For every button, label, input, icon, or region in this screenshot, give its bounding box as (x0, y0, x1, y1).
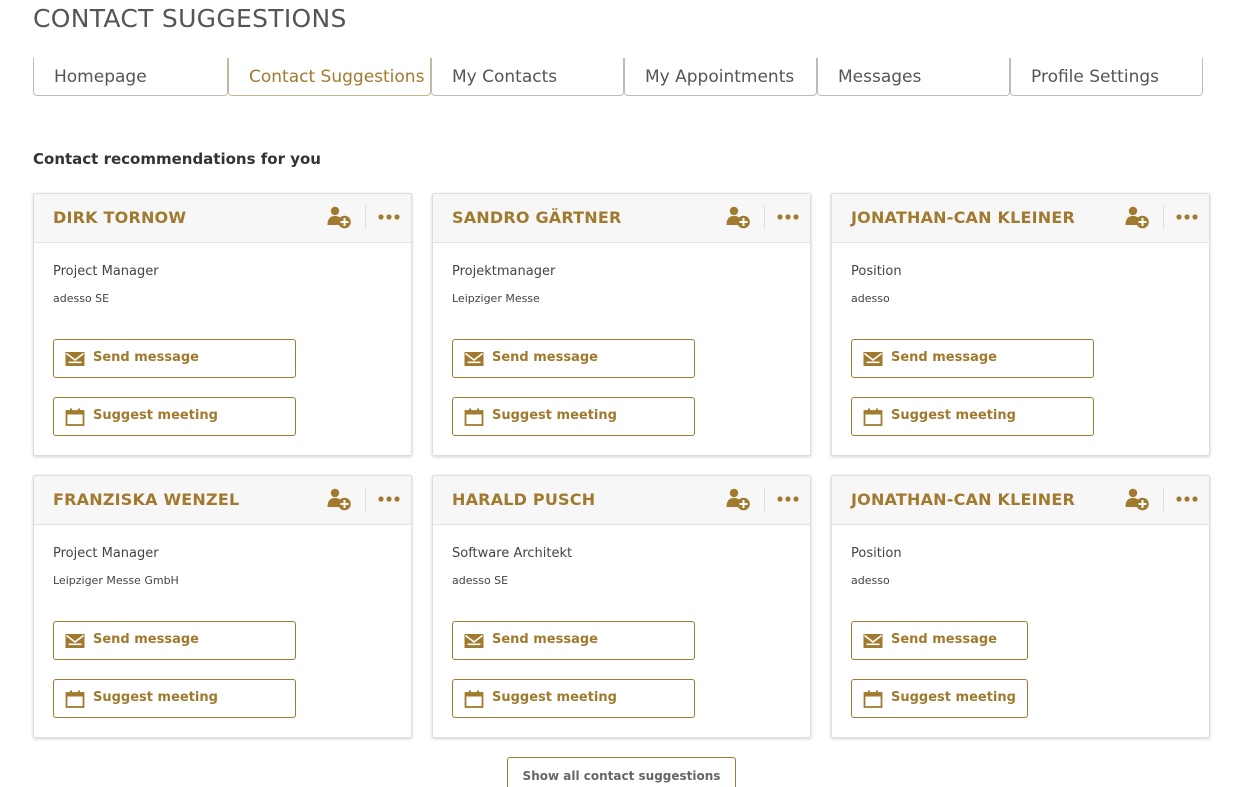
contact-card: JONATHAN-CAN KLEINER Position adesso Sen… (831, 475, 1210, 738)
tab-messages[interactable]: Messages (817, 58, 1010, 96)
send-message-label: Send message (492, 632, 598, 647)
header-divider (365, 487, 366, 511)
card-header: JONATHAN-CAN KLEINER (832, 194, 1209, 243)
suggest-meeting-label: Suggest meeting (93, 408, 218, 423)
contact-name: JONATHAN-CAN KLEINER (851, 208, 1076, 227)
calendar-icon (65, 690, 85, 708)
send-message-button[interactable]: Send message (851, 621, 1028, 660)
contact-name: DIRK TORNOW (53, 208, 187, 227)
tab-homepage[interactable]: Homepage (33, 58, 228, 96)
main-tabs: Homepage Contact Suggestions My Contacts… (33, 58, 1203, 96)
suggest-meeting-button[interactable]: Suggest meeting (851, 679, 1028, 718)
header-divider (764, 205, 765, 229)
suggest-meeting-label: Suggest meeting (492, 408, 617, 423)
more-options-icon[interactable] (374, 486, 404, 512)
add-contact-icon[interactable] (326, 205, 354, 231)
suggest-meeting-button[interactable]: Suggest meeting (452, 397, 695, 436)
card-header: FRANZISKA WENZEL (34, 476, 411, 525)
send-message-button[interactable]: Send message (53, 621, 296, 660)
suggest-meeting-button[interactable]: Suggest meeting (851, 397, 1094, 436)
send-message-button[interactable]: Send message (851, 339, 1094, 378)
calendar-icon (464, 408, 484, 426)
suggest-meeting-button[interactable]: Suggest meeting (452, 679, 695, 718)
contact-name: FRANZISKA WENZEL (53, 490, 240, 509)
more-options-icon[interactable] (773, 204, 803, 230)
tab-profile-settings[interactable]: Profile Settings (1010, 58, 1203, 96)
send-message-label: Send message (93, 350, 199, 365)
card-header: HARALD PUSCH (433, 476, 810, 525)
envelope-icon (65, 632, 85, 650)
tab-my-appointments[interactable]: My Appointments (624, 58, 817, 96)
show-all-suggestions-button[interactable]: Show all contact suggestions (507, 757, 736, 787)
contact-position: Project Manager (53, 546, 159, 561)
contact-card: SANDRO GÄRTNER Projektmanager Leipziger … (432, 193, 811, 456)
suggest-meeting-label: Suggest meeting (93, 690, 218, 705)
suggest-meeting-label: Suggest meeting (492, 690, 617, 705)
send-message-button[interactable]: Send message (452, 339, 695, 378)
suggest-meeting-label: Suggest meeting (891, 408, 1016, 423)
more-options-icon[interactable] (1172, 204, 1202, 230)
envelope-icon (65, 350, 85, 368)
contact-company: adesso (851, 292, 890, 305)
send-message-button[interactable]: Send message (452, 621, 695, 660)
contact-card: JONATHAN-CAN KLEINER Position adesso Sen… (831, 193, 1210, 456)
header-divider (365, 205, 366, 229)
contact-position: Position (851, 546, 902, 561)
calendar-icon (863, 690, 883, 708)
tab-my-contacts[interactable]: My Contacts (431, 58, 624, 96)
card-header: DIRK TORNOW (34, 194, 411, 243)
contact-position: Project Manager (53, 264, 159, 279)
header-divider (1163, 205, 1164, 229)
send-message-label: Send message (891, 632, 997, 647)
calendar-icon (863, 408, 883, 426)
contact-company: adesso (851, 574, 890, 587)
suggest-meeting-button[interactable]: Suggest meeting (53, 397, 296, 436)
suggest-meeting-label: Suggest meeting (891, 690, 1016, 705)
add-contact-icon[interactable] (725, 487, 753, 513)
add-contact-icon[interactable] (326, 487, 354, 513)
envelope-icon (863, 632, 883, 650)
contact-name: HARALD PUSCH (452, 490, 596, 509)
add-contact-icon[interactable] (725, 205, 753, 231)
contact-name: JONATHAN-CAN KLEINER (851, 490, 1076, 509)
envelope-icon (464, 632, 484, 650)
header-divider (764, 487, 765, 511)
contact-company: adesso SE (53, 292, 110, 305)
card-header: JONATHAN-CAN KLEINER (832, 476, 1209, 525)
contact-company: Leipziger Messe GmbH (53, 574, 179, 587)
add-contact-icon[interactable] (1124, 487, 1152, 513)
section-title: Contact recommendations for you (33, 150, 321, 168)
add-contact-icon[interactable] (1124, 205, 1152, 231)
tab-contact-suggestions[interactable]: Contact Suggestions (228, 58, 431, 96)
send-message-label: Send message (492, 350, 598, 365)
send-message-label: Send message (93, 632, 199, 647)
contact-card: FRANZISKA WENZEL Project Manager Leipzig… (33, 475, 412, 738)
header-divider (1163, 487, 1164, 511)
contact-company: adesso SE (452, 574, 509, 587)
more-options-icon[interactable] (374, 204, 404, 230)
contact-position: Software Architekt (452, 546, 573, 561)
contact-card: HARALD PUSCH Software Architekt adesso S… (432, 475, 811, 738)
more-options-icon[interactable] (1172, 486, 1202, 512)
contact-position: Projektmanager (452, 264, 556, 279)
contact-name: SANDRO GÄRTNER (452, 208, 622, 227)
card-header: SANDRO GÄRTNER (433, 194, 810, 243)
contact-company: Leipziger Messe (452, 292, 540, 305)
envelope-icon (863, 350, 883, 368)
contact-position: Position (851, 264, 902, 279)
suggest-meeting-button[interactable]: Suggest meeting (53, 679, 296, 718)
calendar-icon (65, 408, 85, 426)
send-message-button[interactable]: Send message (53, 339, 296, 378)
contact-card: DIRK TORNOW Project Manager adesso SE Se… (33, 193, 412, 456)
more-options-icon[interactable] (773, 486, 803, 512)
calendar-icon (464, 690, 484, 708)
envelope-icon (464, 350, 484, 368)
send-message-label: Send message (891, 350, 997, 365)
page-title: CONTACT SUGGESTIONS (33, 4, 347, 33)
